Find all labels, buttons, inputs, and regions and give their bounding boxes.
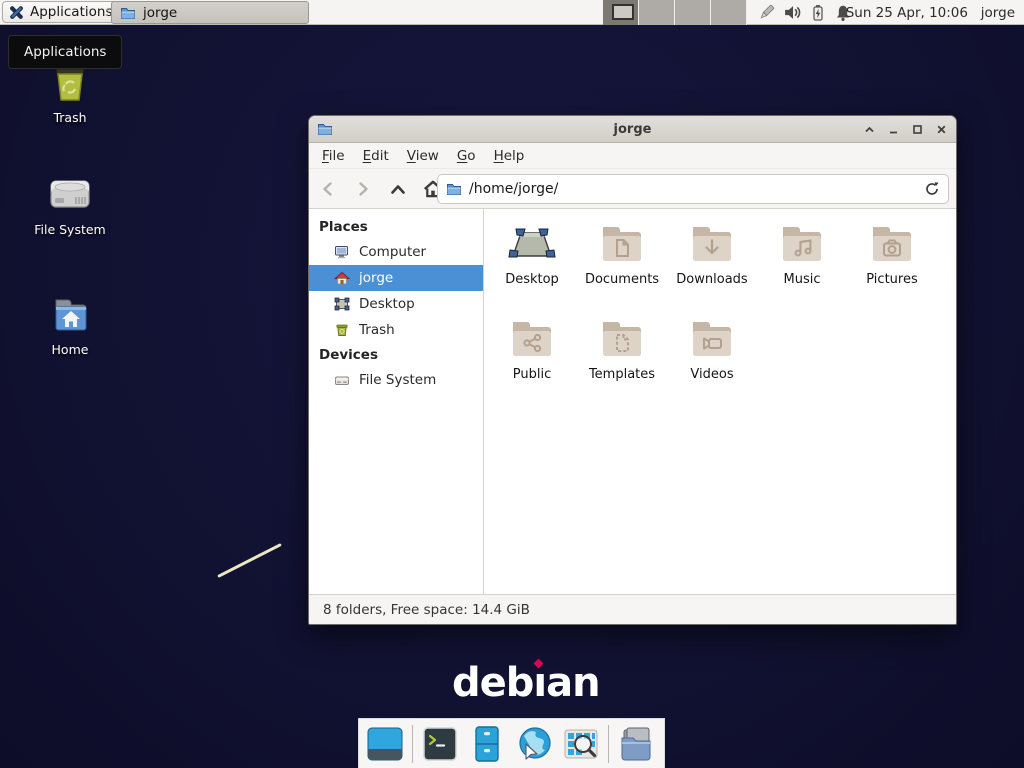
home-icon — [334, 270, 350, 286]
path-folder-icon — [446, 181, 462, 197]
workspace-window-preview — [612, 4, 634, 20]
forward-button[interactable] — [347, 174, 379, 204]
places-header: Places — [309, 215, 483, 239]
trash-small-icon — [334, 322, 350, 338]
sidebar-item-desktop[interactable]: Desktop — [309, 291, 483, 317]
menubar: File Edit View Go Help — [309, 143, 956, 169]
file-item-public[interactable]: Public — [487, 314, 577, 409]
reload-button[interactable] — [924, 181, 940, 197]
back-button[interactable] — [312, 174, 344, 204]
top-panel: Applications jorge — [0, 0, 1024, 25]
side-pane: Places Computer jorge — [309, 209, 484, 596]
status-text: 8 folders, Free space: 14.4 GiB — [323, 602, 530, 618]
close-button[interactable] — [934, 123, 948, 137]
window-title: jorge — [614, 122, 652, 137]
taskbar-window-button[interactable]: jorge — [111, 1, 309, 24]
application-finder-icon — [561, 724, 601, 764]
application-finder-launcher[interactable] — [561, 724, 601, 764]
workspace-pager — [603, 0, 747, 25]
terminal-icon — [420, 724, 460, 764]
home-folder-icon — [45, 290, 95, 338]
file-item-music[interactable]: Music — [757, 219, 847, 314]
terminal-launcher[interactable] — [420, 724, 460, 764]
show-desktop-button[interactable] — [365, 724, 405, 764]
file-item-videos[interactable]: Videos — [667, 314, 757, 409]
dock-separator — [412, 725, 413, 763]
desktop-special-icon — [508, 219, 556, 267]
sidebar-item-trash[interactable]: Trash — [309, 317, 483, 343]
panel-clock[interactable]: Sun 25 Apr, 10:06 — [846, 0, 968, 25]
music-folder-icon — [778, 219, 826, 267]
desktop-icon-file-system[interactable]: File System — [22, 170, 118, 237]
devices-header: Devices — [309, 343, 483, 367]
status-bar: 8 folders, Free space: 14.4 GiB — [309, 594, 956, 624]
toolbar: /home/jorge/ — [309, 169, 956, 209]
window-titlebar[interactable]: jorge — [309, 116, 956, 143]
public-folder-icon — [508, 314, 556, 362]
videos-folder-icon — [688, 314, 736, 362]
panel-handle[interactable] — [104, 0, 110, 25]
web-browser-launcher[interactable] — [514, 724, 554, 764]
sidebar-item-file-system[interactable]: File System — [309, 367, 483, 393]
sidebar-item-jorge[interactable]: jorge — [309, 265, 483, 291]
desktop-icon — [334, 296, 350, 312]
window-icon — [317, 121, 333, 137]
battery-icon[interactable] — [809, 4, 827, 22]
volume-icon[interactable] — [783, 3, 802, 22]
templates-folder-icon — [598, 314, 646, 362]
file-item-templates[interactable]: Templates — [577, 314, 667, 409]
file-manager-window: jorge File Edit View Go Help — [308, 115, 957, 625]
applications-icon — [8, 4, 25, 21]
directory-menu-button[interactable] — [616, 724, 656, 764]
directory-folder-icon — [616, 724, 656, 764]
pictures-folder-icon — [868, 219, 916, 267]
tray-pen-icon[interactable] — [757, 3, 776, 22]
menu-go[interactable]: Go — [448, 145, 485, 167]
dock-panel — [358, 718, 665, 768]
workspace-2[interactable] — [639, 0, 675, 25]
drive-icon — [334, 372, 350, 388]
show-desktop-icon — [365, 724, 405, 764]
workspace-1[interactable] — [603, 0, 639, 25]
menu-file[interactable]: File — [313, 145, 354, 167]
file-item-desktop[interactable]: Desktop — [487, 219, 577, 314]
file-item-pictures[interactable]: Pictures — [847, 219, 937, 314]
menu-edit[interactable]: Edit — [354, 145, 398, 167]
file-list: Desktop Documents Downloads — [484, 209, 956, 596]
maximize-button[interactable] — [910, 123, 924, 137]
debian-logo: debıan — [452, 660, 572, 706]
computer-icon — [334, 244, 350, 260]
file-manager-launcher[interactable] — [467, 724, 507, 764]
menu-help[interactable]: Help — [485, 145, 534, 167]
workspace-3[interactable] — [675, 0, 711, 25]
sidebar-item-computer[interactable]: Computer — [309, 239, 483, 265]
applications-tooltip: Applications — [8, 35, 122, 69]
path-bar[interactable]: /home/jorge/ — [437, 174, 949, 204]
workspace-4[interactable] — [711, 0, 747, 25]
minimize-button[interactable] — [886, 123, 900, 137]
file-item-downloads[interactable]: Downloads — [667, 219, 757, 314]
web-browser-icon — [514, 724, 554, 764]
system-tray — [757, 0, 852, 25]
menu-view[interactable]: View — [398, 145, 448, 167]
panel-user-menu[interactable]: jorge — [981, 0, 1015, 25]
taskbar-window-label: jorge — [143, 5, 177, 21]
desktop-icon-home[interactable]: Home — [22, 290, 118, 357]
path-text[interactable]: /home/jorge/ — [469, 181, 917, 197]
applications-menu-label: Applications — [30, 4, 112, 20]
up-button[interactable] — [382, 174, 414, 204]
hard-drive-icon — [45, 170, 95, 218]
downloads-folder-icon — [688, 219, 736, 267]
documents-folder-icon — [598, 219, 646, 267]
file-cabinet-icon — [467, 724, 507, 764]
file-item-documents[interactable]: Documents — [577, 219, 667, 314]
shade-button[interactable] — [862, 123, 876, 137]
folder-icon — [120, 5, 136, 21]
dock-separator — [608, 725, 609, 763]
